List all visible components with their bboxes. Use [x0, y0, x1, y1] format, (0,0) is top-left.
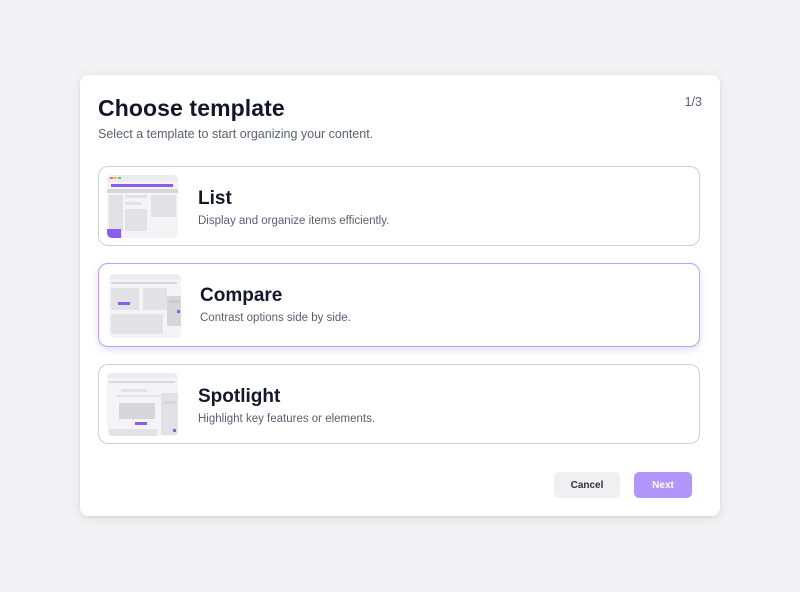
template-name-spotlight: Spotlight	[198, 386, 281, 407]
template-card-compare[interactable]: Compare Contrast options side by side.	[98, 263, 700, 347]
template-name-list: List	[198, 188, 232, 209]
template-card-spotlight[interactable]: Spotlight Highlight key features or elem…	[98, 364, 700, 444]
template-description-spotlight: Highlight key features or elements.	[198, 413, 376, 425]
compare-template-preview	[109, 274, 181, 338]
template-name-compare: Compare	[200, 285, 283, 306]
template-description-compare: Contrast options side by side.	[200, 312, 351, 324]
template-description-list: Display and organize items efficiently.	[198, 215, 390, 227]
choose-template-dialog: Choose template Select a template to sta…	[80, 75, 720, 516]
dialog-title: Choose template	[98, 95, 285, 121]
template-card-list[interactable]: List Display and organize items efficien…	[98, 166, 700, 246]
spotlight-template-preview	[107, 373, 178, 436]
step-indicator: 1/3	[684, 95, 702, 109]
dialog-subtitle: Select a template to start organizing yo…	[98, 127, 374, 141]
list-template-preview	[107, 175, 178, 238]
next-button[interactable]: Next	[634, 472, 692, 498]
cancel-button[interactable]: Cancel	[554, 472, 620, 498]
